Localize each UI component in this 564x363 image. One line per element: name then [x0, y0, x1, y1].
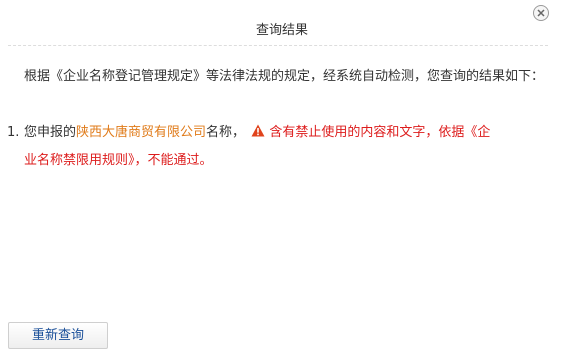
warning-triangle-icon [251, 120, 265, 137]
result-item: 1. 您申报的陕西大唐商贸有限公司名称， 含有禁止使用的内容和文字，依据《企 业名… [7, 119, 553, 175]
close-icon [537, 9, 545, 17]
retry-query-button[interactable]: 重新查询 [8, 322, 108, 349]
company-name: 陕西大唐商贸有限公司 [76, 125, 207, 140]
result-prefix: 您申报的 [24, 125, 77, 140]
title-divider [8, 45, 548, 46]
close-button[interactable] [533, 5, 549, 21]
result-line-1: 1. 您申报的陕西大唐商贸有限公司名称， 含有禁止使用的内容和文字，依据《企 [7, 119, 553, 147]
result-number: 1. [7, 125, 20, 140]
intro-text: 根据《企业名称登记管理规定》等法律法规的规定，经系统自动检测，您查询的结果如下： [24, 69, 545, 84]
dialog-title: 查询结果 [255, 23, 308, 38]
result-suffix: 名称， [206, 125, 246, 140]
query-result-dialog: 查询结果 根据《企业名称登记管理规定》等法律法规的规定，经系统自动检测，您查询的… [0, 0, 564, 363]
warning-text-line-2: 业名称禁限用规则》，不能通过。 [24, 153, 213, 168]
warning-text-line-1: 含有禁止使用的内容和文字，依据《企 [269, 125, 491, 140]
result-line-2: 业名称禁限用规则》，不能通过。 [7, 147, 553, 175]
